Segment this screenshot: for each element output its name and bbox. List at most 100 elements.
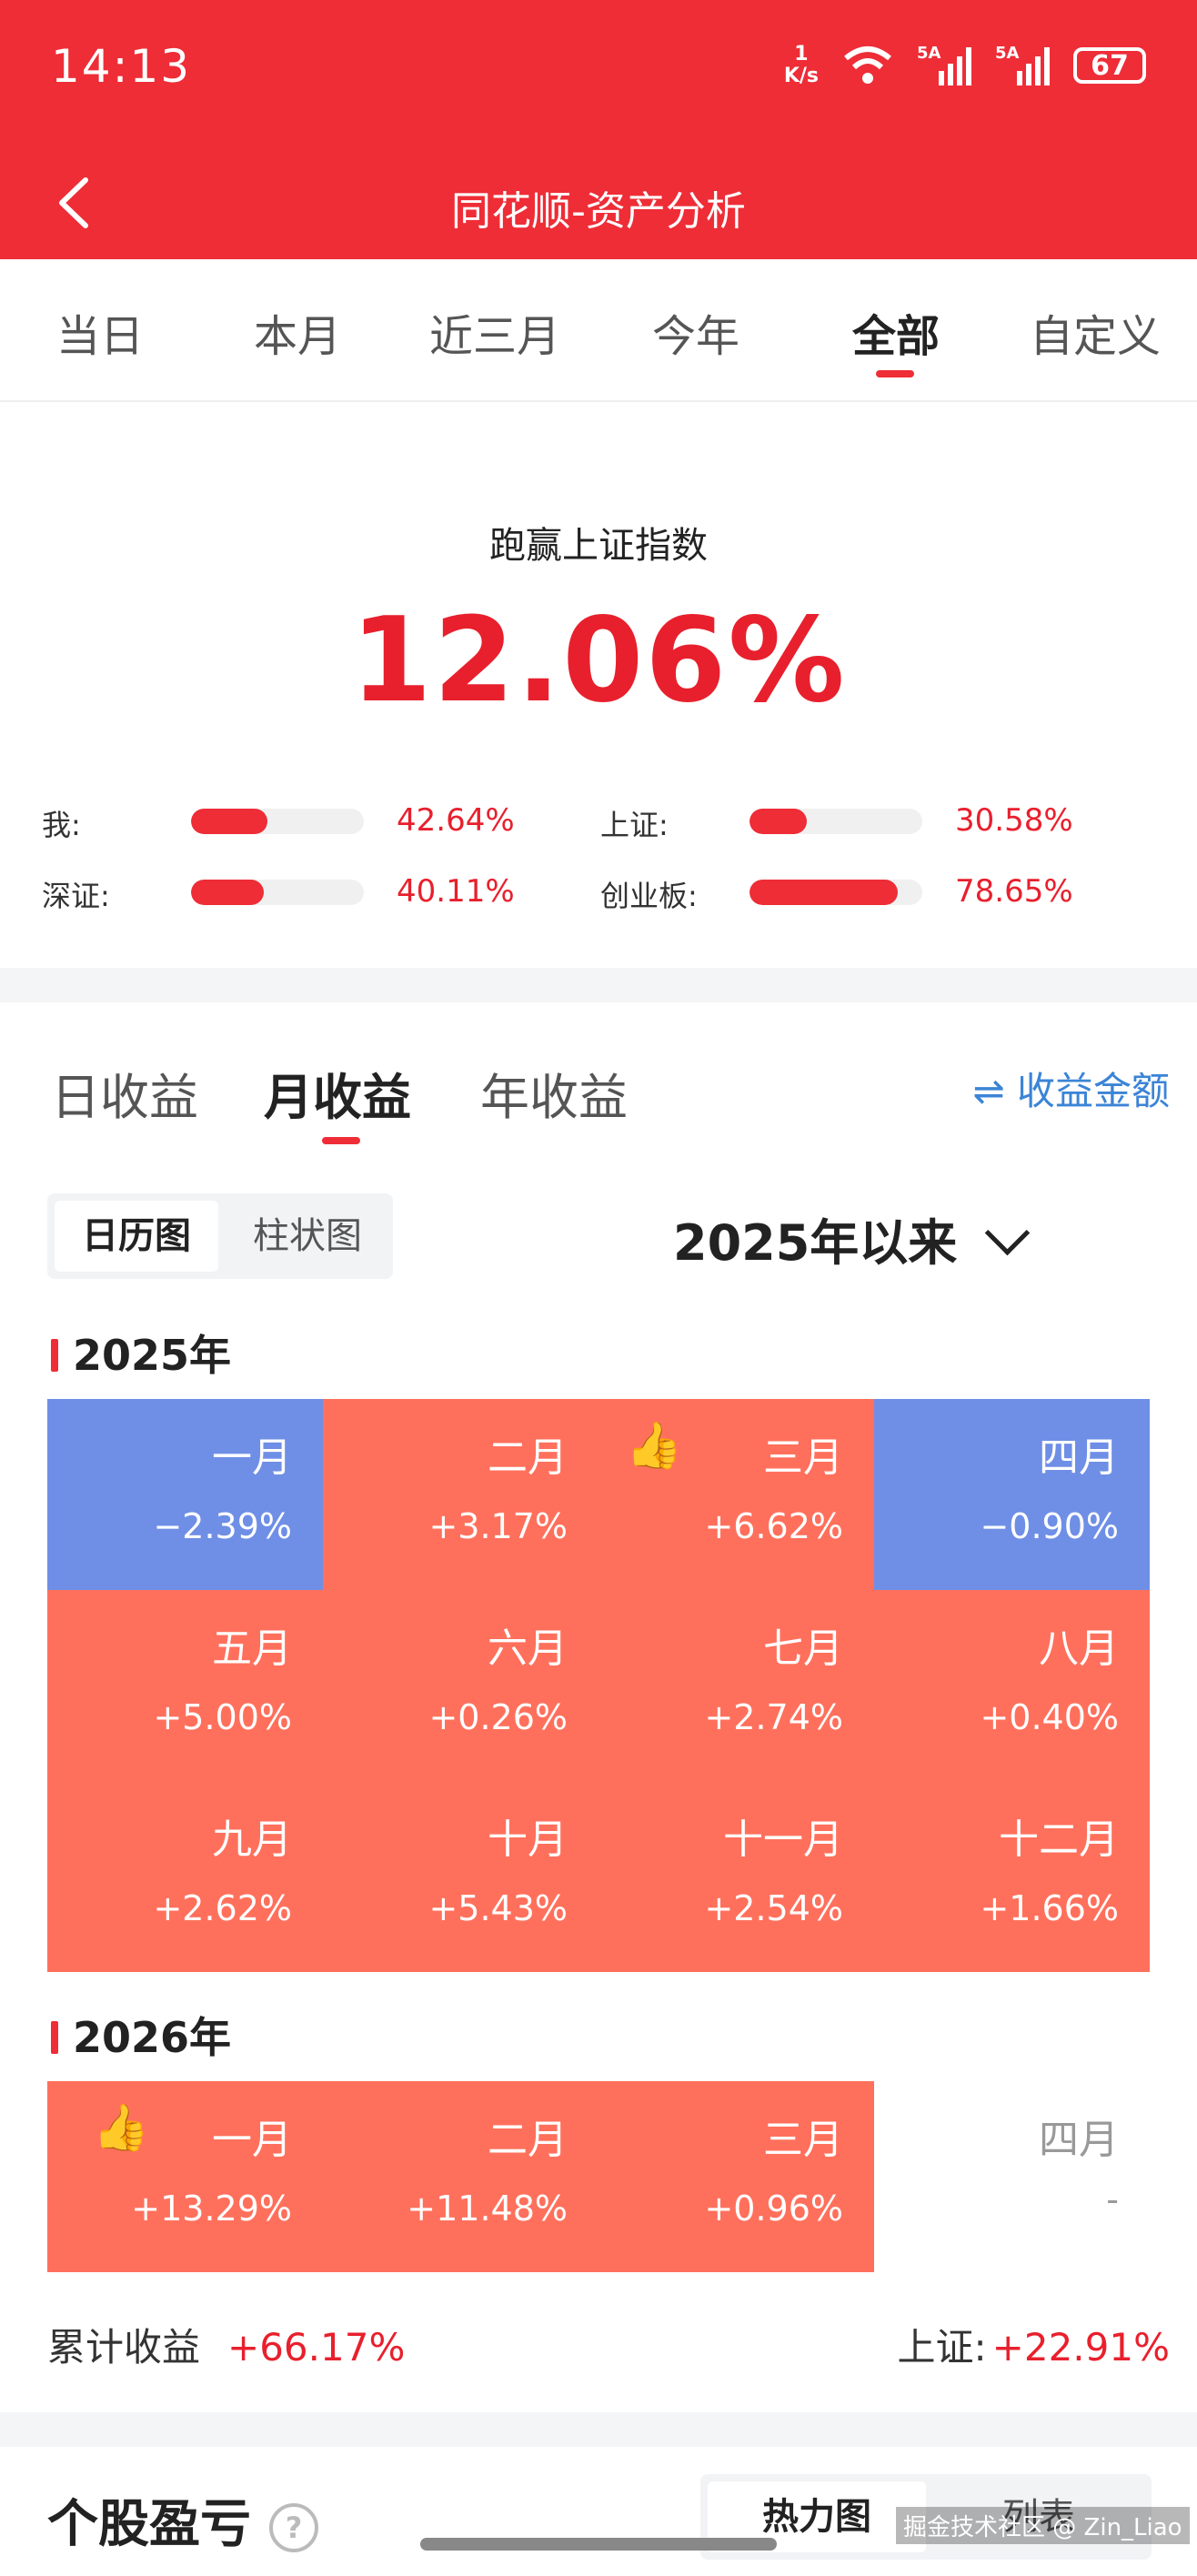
month-cell[interactable]: 十月 +5.43% xyxy=(323,1781,598,1972)
month-return: +5.43% xyxy=(428,1888,568,1928)
month-return: +5.00% xyxy=(153,1697,292,1737)
month-name: 三月 xyxy=(763,1434,843,1481)
month-cell[interactable]: 五月 +5.00% xyxy=(47,1590,323,1781)
range-label: 2025年以来 xyxy=(673,1214,958,1272)
month-cell[interactable]: 二月 +11.48% xyxy=(323,2081,598,2272)
compare-label-cyb: 创业板: xyxy=(600,879,698,913)
month-name: 五月 xyxy=(212,1625,292,1672)
nav-bar: 同花顺-资产分析 xyxy=(0,146,1197,259)
month-name: 十二月 xyxy=(999,1816,1119,1863)
tab-custom[interactable]: 自定义 xyxy=(995,300,1195,364)
year-marker xyxy=(51,1338,58,1372)
month-cell[interactable]: 四月 −0.90% xyxy=(874,1399,1150,1590)
view-toggle: 日历图 柱状图 xyxy=(47,1193,393,1279)
tab-year[interactable]: 今年 xyxy=(596,300,796,364)
month-cell[interactable]: 九月 +2.62% xyxy=(47,1781,323,1972)
year-label-2025: 2025年 xyxy=(73,1331,232,1380)
profit-card: 日收益 月收益 年收益 ⇌ 收益金额 日历图 柱状图 2025年以来 2025年… xyxy=(0,1002,1197,2412)
month-name: 十一月 xyxy=(723,1816,843,1863)
calendar-grid-2025: 一月 −2.39% 二月 +3.17% 👍 三月 +6.62% 四月 −0.90% 五月 +… xyxy=(47,1399,1150,1972)
compare-bar-sz-fill xyxy=(191,880,264,905)
section-title: 个股盈亏? xyxy=(47,2483,318,2557)
summary-value: 12.06% xyxy=(350,593,847,729)
period-tabs: 当日 本月 近三月 今年 全部 自定义 xyxy=(0,259,1197,402)
status-icons: 1 K/s 5A 5A 67 xyxy=(784,44,1146,87)
thumbs-up-icon: 👍 xyxy=(626,1419,683,1472)
month-name: 一月 xyxy=(212,1434,292,1481)
summary-title: 跑赢上证指数 xyxy=(489,525,708,567)
signal-icon-2: 5A xyxy=(995,44,1050,86)
month-cell[interactable]: 十二月 +1.66% xyxy=(874,1781,1150,1972)
month-return: +1.66% xyxy=(980,1888,1119,1928)
compare-value-me: 42.64% xyxy=(397,802,515,839)
compare-bar-sh xyxy=(749,809,922,834)
month-cell[interactable]: 三月 +0.96% xyxy=(598,2081,874,2272)
month-cell[interactable]: 四月 - xyxy=(874,2081,1150,2272)
month-name: 八月 xyxy=(1039,1625,1119,1672)
compare-label-me: 我: xyxy=(42,808,81,842)
month-return: +11.48% xyxy=(407,2189,568,2229)
month-return: - xyxy=(1106,2179,1119,2219)
sh-label: 上证: xyxy=(897,2325,987,2370)
month-return: +0.96% xyxy=(704,2189,843,2229)
profit-tab-indicator xyxy=(322,1137,360,1144)
compare-bar-me-fill xyxy=(191,809,267,834)
home-indicator[interactable] xyxy=(420,2538,777,2551)
month-name: 一月 xyxy=(212,2117,292,2163)
view-calendar[interactable]: 日历图 xyxy=(55,1201,218,1272)
tab-3months[interactable]: 近三月 xyxy=(395,300,595,364)
view-bar-chart[interactable]: 柱状图 xyxy=(226,1201,389,1272)
range-dropdown[interactable]: 2025年以来 xyxy=(673,1202,1031,1274)
tab-today[interactable]: 当日 xyxy=(0,300,200,364)
month-name: 十月 xyxy=(488,1816,568,1863)
month-name: 四月 xyxy=(1039,2117,1119,2163)
tab-monthly-profit[interactable]: 月收益 xyxy=(264,1057,411,1129)
month-return: +6.62% xyxy=(704,1506,843,1546)
month-return: +0.40% xyxy=(980,1697,1119,1737)
month-cell[interactable]: 一月 −2.39% xyxy=(47,1399,323,1590)
month-cell[interactable]: 👍 三月 +6.62% xyxy=(598,1399,874,1590)
compare-bar-cyb xyxy=(749,880,922,905)
cumulative-label: 累计收益 xyxy=(47,2325,201,2370)
compare-label-sh: 上证: xyxy=(600,808,669,842)
watermark: 掘金技术社区 @ Zin_Liao xyxy=(896,2507,1190,2544)
month-cell[interactable]: 六月 +0.26% xyxy=(323,1590,598,1781)
compare-bar-me xyxy=(191,809,364,834)
sh-value: +22.91% xyxy=(991,2325,1170,2370)
month-name: 六月 xyxy=(488,1625,568,1672)
chevron-down-icon xyxy=(985,1210,1031,1256)
active-tab-indicator xyxy=(876,370,914,377)
month-cell[interactable]: 二月 +3.17% xyxy=(323,1399,598,1590)
month-name: 三月 xyxy=(763,2117,843,2163)
compare-value-sz: 40.11% xyxy=(397,873,515,910)
compare-value-cyb: 78.65% xyxy=(955,873,1073,910)
tab-yearly-profit[interactable]: 年收益 xyxy=(480,1057,628,1129)
signal-icon-1: 5A xyxy=(917,44,971,86)
switch-amount-button[interactable]: ⇌ 收益金额 xyxy=(972,1061,1170,1116)
thumbs-up-icon: 👍 xyxy=(93,2101,150,2154)
compare-label-sz: 深证: xyxy=(42,879,110,913)
battery-icon: 67 xyxy=(1073,47,1146,84)
month-name: 二月 xyxy=(488,2117,568,2163)
month-cell[interactable]: 七月 +2.74% xyxy=(598,1590,874,1781)
month-return: −2.39% xyxy=(153,1506,292,1546)
month-cell[interactable]: 八月 +0.40% xyxy=(874,1590,1150,1781)
month-cell[interactable]: 十一月 +2.54% xyxy=(598,1781,874,1972)
year-heading-2026: 2026年 xyxy=(51,2005,231,2065)
network-speed-value: 1 xyxy=(794,43,809,65)
month-return: +13.29% xyxy=(131,2189,292,2229)
tab-month[interactable]: 本月 xyxy=(197,300,397,364)
year-label-2026: 2026年 xyxy=(73,2013,232,2062)
month-return: +0.26% xyxy=(428,1697,568,1737)
tab-daily-profit[interactable]: 日收益 xyxy=(51,1057,198,1129)
sh-index-return: 上证: +22.91% xyxy=(898,2317,1171,2372)
summary-card: 跑赢上证指数 12.06% 我: 42.64% 上证: 30.58% 深证: 4… xyxy=(0,402,1197,968)
signal-1-label: 5A xyxy=(917,44,941,63)
month-name: 九月 xyxy=(212,1816,292,1863)
help-icon[interactable]: ? xyxy=(269,2502,318,2552)
compare-bar-sz xyxy=(191,880,364,905)
month-cell[interactable]: 👍 一月 +13.29% xyxy=(47,2081,323,2272)
section-title-text: 个股盈亏 xyxy=(47,2495,251,2554)
month-return: +2.62% xyxy=(153,1888,292,1928)
tab-all[interactable]: 全部 xyxy=(796,300,996,364)
